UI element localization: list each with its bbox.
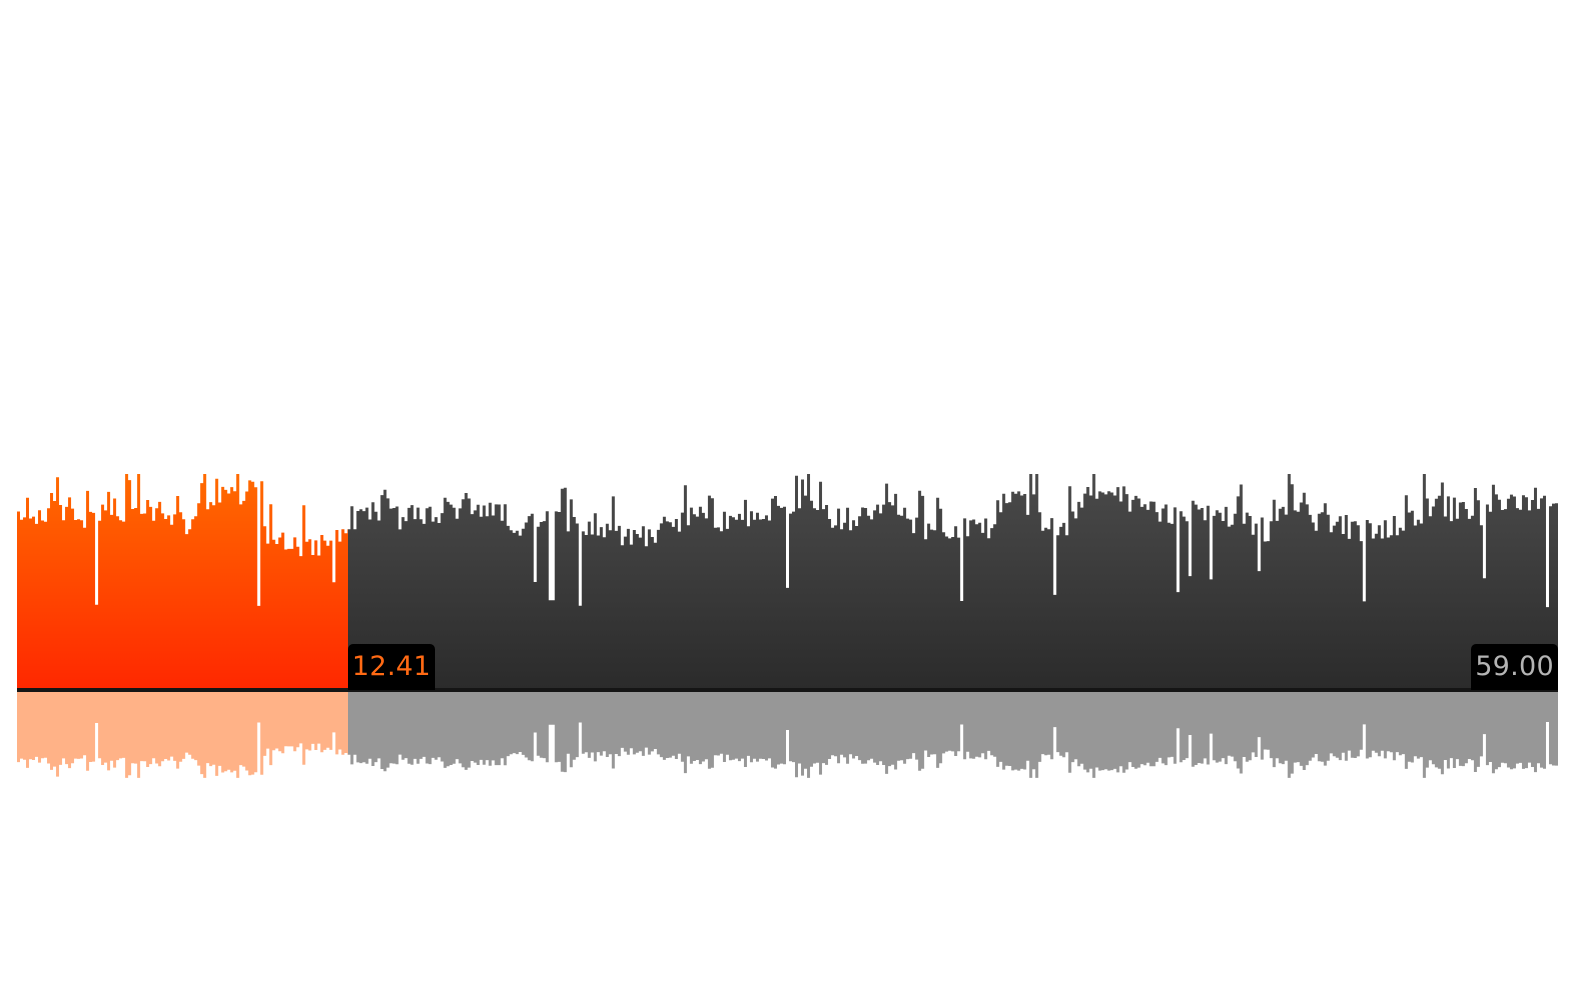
waveform-seek-bar[interactable] <box>17 468 1558 786</box>
audio-player: 12.41 59.00 <box>0 0 1588 1000</box>
waveform-graphic <box>17 474 1558 778</box>
waveform-baseline <box>17 688 1558 692</box>
elapsed-time-label: 12.41 <box>348 644 435 690</box>
total-time-label: 59.00 <box>1471 644 1558 690</box>
